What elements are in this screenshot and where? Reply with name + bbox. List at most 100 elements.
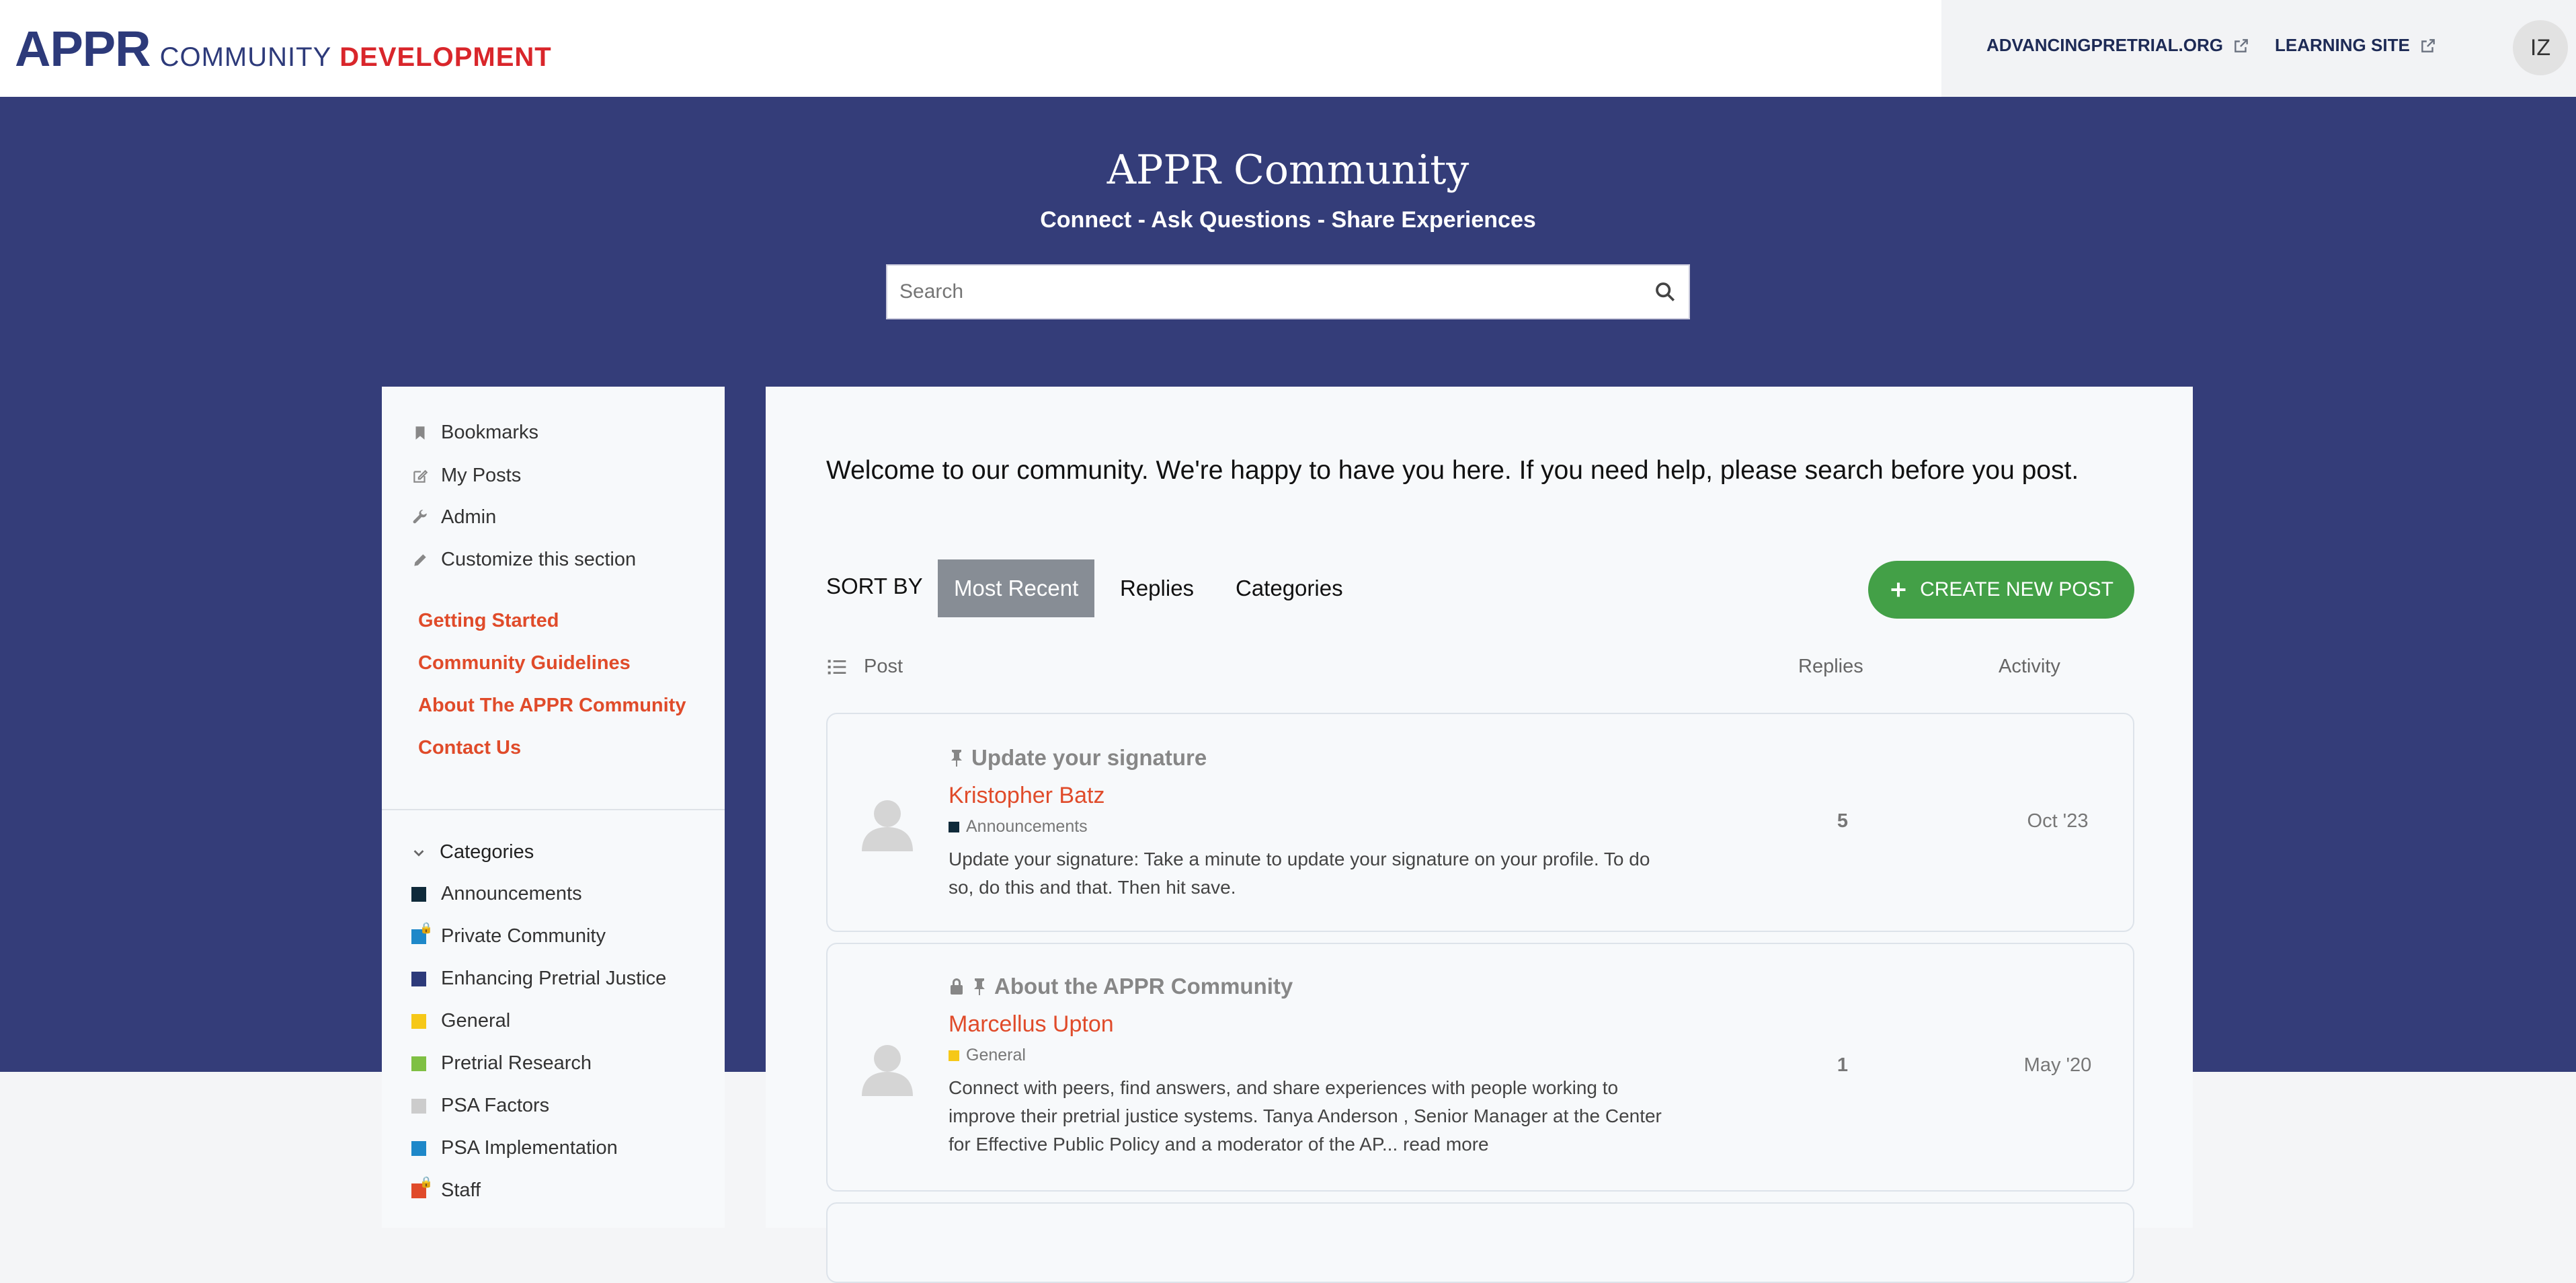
sidebar-link-getting-started[interactable]: Getting Started bbox=[418, 610, 559, 632]
sidebar-item-admin[interactable]: Admin bbox=[411, 506, 496, 529]
post-row[interactable]: About the APPR Community Marcellus Upton… bbox=[826, 943, 2134, 1192]
advancingpretrial-link-label: ADVANCINGPRETRIAL.ORG bbox=[1986, 35, 2223, 55]
sidebar-item-bookmarks[interactable]: Bookmarks bbox=[411, 422, 538, 444]
sidebar-category-item[interactable]: 🔒 Staff bbox=[411, 1177, 481, 1202]
pin-icon bbox=[974, 978, 985, 995]
post-title-text: Update your signature bbox=[971, 745, 1207, 770]
post-title[interactable]: Update your signature bbox=[949, 745, 1207, 771]
search-box bbox=[886, 264, 1690, 319]
sidebar-item-label: Admin bbox=[441, 506, 497, 528]
category-swatch bbox=[411, 1013, 426, 1029]
logo-sub-text: COMMUNITY bbox=[159, 42, 332, 72]
learning-site-link-label: LEARNING SITE bbox=[2275, 35, 2410, 55]
post-title-text: About the APPR Community bbox=[994, 974, 1293, 999]
post-activity-date: Oct '23 bbox=[2027, 810, 2089, 832]
category-swatch bbox=[949, 821, 959, 832]
learning-site-link[interactable]: LEARNING SITE bbox=[2275, 35, 2437, 56]
sidebar-category-item[interactable]: PSA Implementation bbox=[411, 1137, 618, 1159]
post-excerpt-line: so, do this and that. Then hit save. bbox=[949, 877, 1236, 898]
post-excerpt: Connect with peers, find answers, and sh… bbox=[949, 1074, 1708, 1159]
category-swatch bbox=[411, 886, 426, 902]
post-category-label: General bbox=[966, 1046, 1026, 1064]
sort-replies[interactable]: Replies bbox=[1104, 559, 1210, 617]
column-header-activity: Activity bbox=[1999, 656, 2060, 677]
column-header-replies: Replies bbox=[1798, 656, 1863, 677]
category-swatch bbox=[411, 971, 426, 986]
post-excerpt-line: for Effective Public Policy and a modera… bbox=[949, 1134, 1489, 1155]
sidebar-category-item[interactable]: Pretrial Research bbox=[411, 1052, 592, 1075]
wrench-icon bbox=[413, 509, 427, 523]
sidebar-category-label: Enhancing Pretrial Justice bbox=[441, 968, 667, 989]
categories-header-label: Categories bbox=[440, 841, 534, 863]
categories-toggle[interactable]: Categories bbox=[411, 841, 534, 863]
sidebar-category-label: Private Community bbox=[441, 925, 606, 947]
post-row[interactable] bbox=[826, 1202, 2134, 1283]
edit-icon bbox=[413, 469, 428, 483]
list-icon bbox=[828, 659, 846, 674]
sidebar-divider bbox=[382, 809, 725, 810]
sort-categories[interactable]: Categories bbox=[1219, 559, 1359, 617]
category-swatch bbox=[411, 1098, 426, 1114]
external-link-icon bbox=[2421, 38, 2435, 52]
sidebar-category-label: PSA Implementation bbox=[441, 1137, 618, 1159]
default-avatar-icon bbox=[862, 800, 913, 851]
sidebar-link-contact[interactable]: Contact Us bbox=[418, 737, 521, 759]
site-logo[interactable]: APPR COMMUNITY DEVELOPMENT bbox=[15, 20, 552, 77]
lock-icon: 🔒 bbox=[419, 922, 433, 934]
pencil-icon bbox=[414, 553, 426, 566]
category-swatch bbox=[411, 1056, 426, 1071]
create-new-post-button[interactable]: CREATE NEW POST bbox=[1868, 561, 2134, 619]
post-excerpt: Update your signature: Take a minute to … bbox=[949, 845, 1708, 902]
sort-by-label: SORT BY bbox=[826, 574, 923, 598]
sort-most-recent[interactable]: Most Recent bbox=[938, 559, 1095, 617]
sidebar-category-label: General bbox=[441, 1010, 511, 1032]
main-content: Welcome to our community. We're happy to… bbox=[766, 387, 2193, 1283]
sidebar-item-customize[interactable]: Customize this section bbox=[411, 549, 636, 571]
advancingpretrial-link[interactable]: ADVANCINGPRETRIAL.ORG bbox=[1986, 35, 2250, 56]
category-swatch bbox=[411, 1140, 426, 1156]
category-swatch bbox=[949, 1050, 959, 1061]
sidebar-link-about[interactable]: About The APPR Community bbox=[418, 695, 686, 717]
post-title[interactable]: About the APPR Community bbox=[949, 974, 1293, 999]
hero-subtitle: Connect - Ask Questions - Share Experien… bbox=[1040, 207, 1536, 233]
sidebar-category-label: Pretrial Research bbox=[441, 1052, 592, 1074]
sidebar-category-item[interactable]: Announcements bbox=[411, 883, 582, 905]
post-category[interactable]: Announcements bbox=[949, 817, 1088, 837]
sidebar-category-item[interactable]: Enhancing Pretrial Justice bbox=[411, 968, 666, 990]
create-new-post-label: CREATE NEW POST bbox=[1920, 578, 2114, 600]
post-activity-date: May '20 bbox=[2023, 1054, 2092, 1076]
chevron-down-icon bbox=[413, 849, 424, 857]
lock-icon: 🔒 bbox=[419, 1176, 433, 1188]
search-button[interactable] bbox=[1642, 266, 1689, 318]
sidebar-category-item[interactable]: 🔒 Private Community bbox=[411, 923, 606, 947]
pin-icon bbox=[951, 750, 962, 767]
sidebar-category-label: Announcements bbox=[441, 883, 582, 904]
post-excerpt-line: Connect with peers, find answers, and sh… bbox=[949, 1077, 1619, 1098]
sidebar-link-community-guidelines[interactable]: Community Guidelines bbox=[418, 652, 631, 674]
sidebar-category-item[interactable]: PSA Factors bbox=[411, 1095, 549, 1117]
post-row[interactable]: Update your signature Kristopher Batz An… bbox=[826, 713, 2134, 932]
post-reply-count: 1 bbox=[1837, 1054, 1849, 1076]
sidebar-item-label: My Posts bbox=[441, 465, 522, 486]
post-author[interactable]: Marcellus Upton bbox=[949, 1011, 1114, 1038]
external-link-icon bbox=[2235, 38, 2248, 52]
sidebar-item-my-posts[interactable]: My Posts bbox=[411, 465, 521, 487]
welcome-message: Welcome to our community. We're happy to… bbox=[826, 456, 2079, 485]
post-excerpt-line: Update your signature: Take a minute to … bbox=[949, 849, 1650, 869]
bookmark-icon bbox=[415, 426, 425, 440]
sidebar-category-item[interactable]: General bbox=[411, 1010, 510, 1032]
sidebar-category-label: Staff bbox=[441, 1179, 481, 1201]
user-avatar[interactable]: IZ bbox=[2513, 20, 2568, 75]
post-excerpt-line: improve their pretrial justice systems. … bbox=[949, 1105, 1662, 1126]
column-header-post-label: Post bbox=[864, 656, 903, 677]
default-avatar-icon bbox=[862, 1045, 913, 1096]
search-input[interactable] bbox=[887, 280, 1642, 304]
logo-sub-accent-text: DEVELOPMENT bbox=[339, 42, 552, 72]
sidebar-category-label: PSA Factors bbox=[441, 1095, 550, 1116]
post-category-label: Announcements bbox=[966, 817, 1088, 836]
post-author[interactable]: Kristopher Batz bbox=[949, 783, 1104, 809]
post-reply-count: 5 bbox=[1837, 810, 1849, 832]
search-icon bbox=[1656, 282, 1675, 302]
plus-icon bbox=[1891, 582, 1906, 597]
post-category[interactable]: General bbox=[949, 1046, 1026, 1065]
